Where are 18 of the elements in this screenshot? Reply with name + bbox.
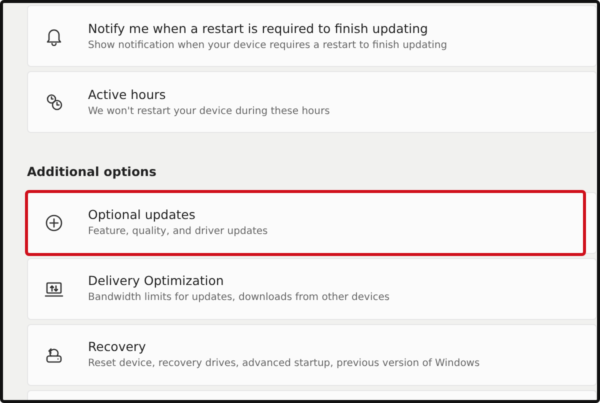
item-title: Delivery Optimization (88, 273, 225, 288)
settings-item[interactable]: Optional updates Feature, quality, and driver updates (27, 192, 597, 254)
item-description: Bandwidth limits for updates, downloads from other devices (88, 291, 390, 304)
item-title: Notify me when a restart is required to finish updating (88, 20, 429, 36)
item-description: We won't restart your device during these hours (88, 104, 330, 118)
settings-item[interactable]: Notify me when a restart is required to finish updating Show notification when your device requires a restart to finish updating (27, 5, 597, 67)
plus-circle-icon (44, 212, 64, 233)
item-title: Recovery (88, 339, 147, 354)
item-description: Feature, quality, and driver updates (88, 225, 268, 238)
clock-icon (44, 92, 64, 112)
section-heading: Additional options (27, 163, 158, 181)
item-description: Show notification when your device requires a restart to finish updating (88, 38, 448, 52)
settings-item[interactable]: Recovery Reset device, recovery drives, advanced startup, previous version of Windows (27, 324, 597, 386)
item-title: Optional updates (88, 207, 196, 222)
settings-item[interactable]: Active hours We won't restart your device during these hours (27, 71, 597, 133)
item-description: Reset device, recovery drives, advanced startup, previous version of Windows (88, 357, 480, 370)
item-title: Active hours (88, 86, 167, 102)
settings-item[interactable]: Delivery Optimization Bandwidth limits for updates, downloads from other devices (27, 258, 597, 320)
